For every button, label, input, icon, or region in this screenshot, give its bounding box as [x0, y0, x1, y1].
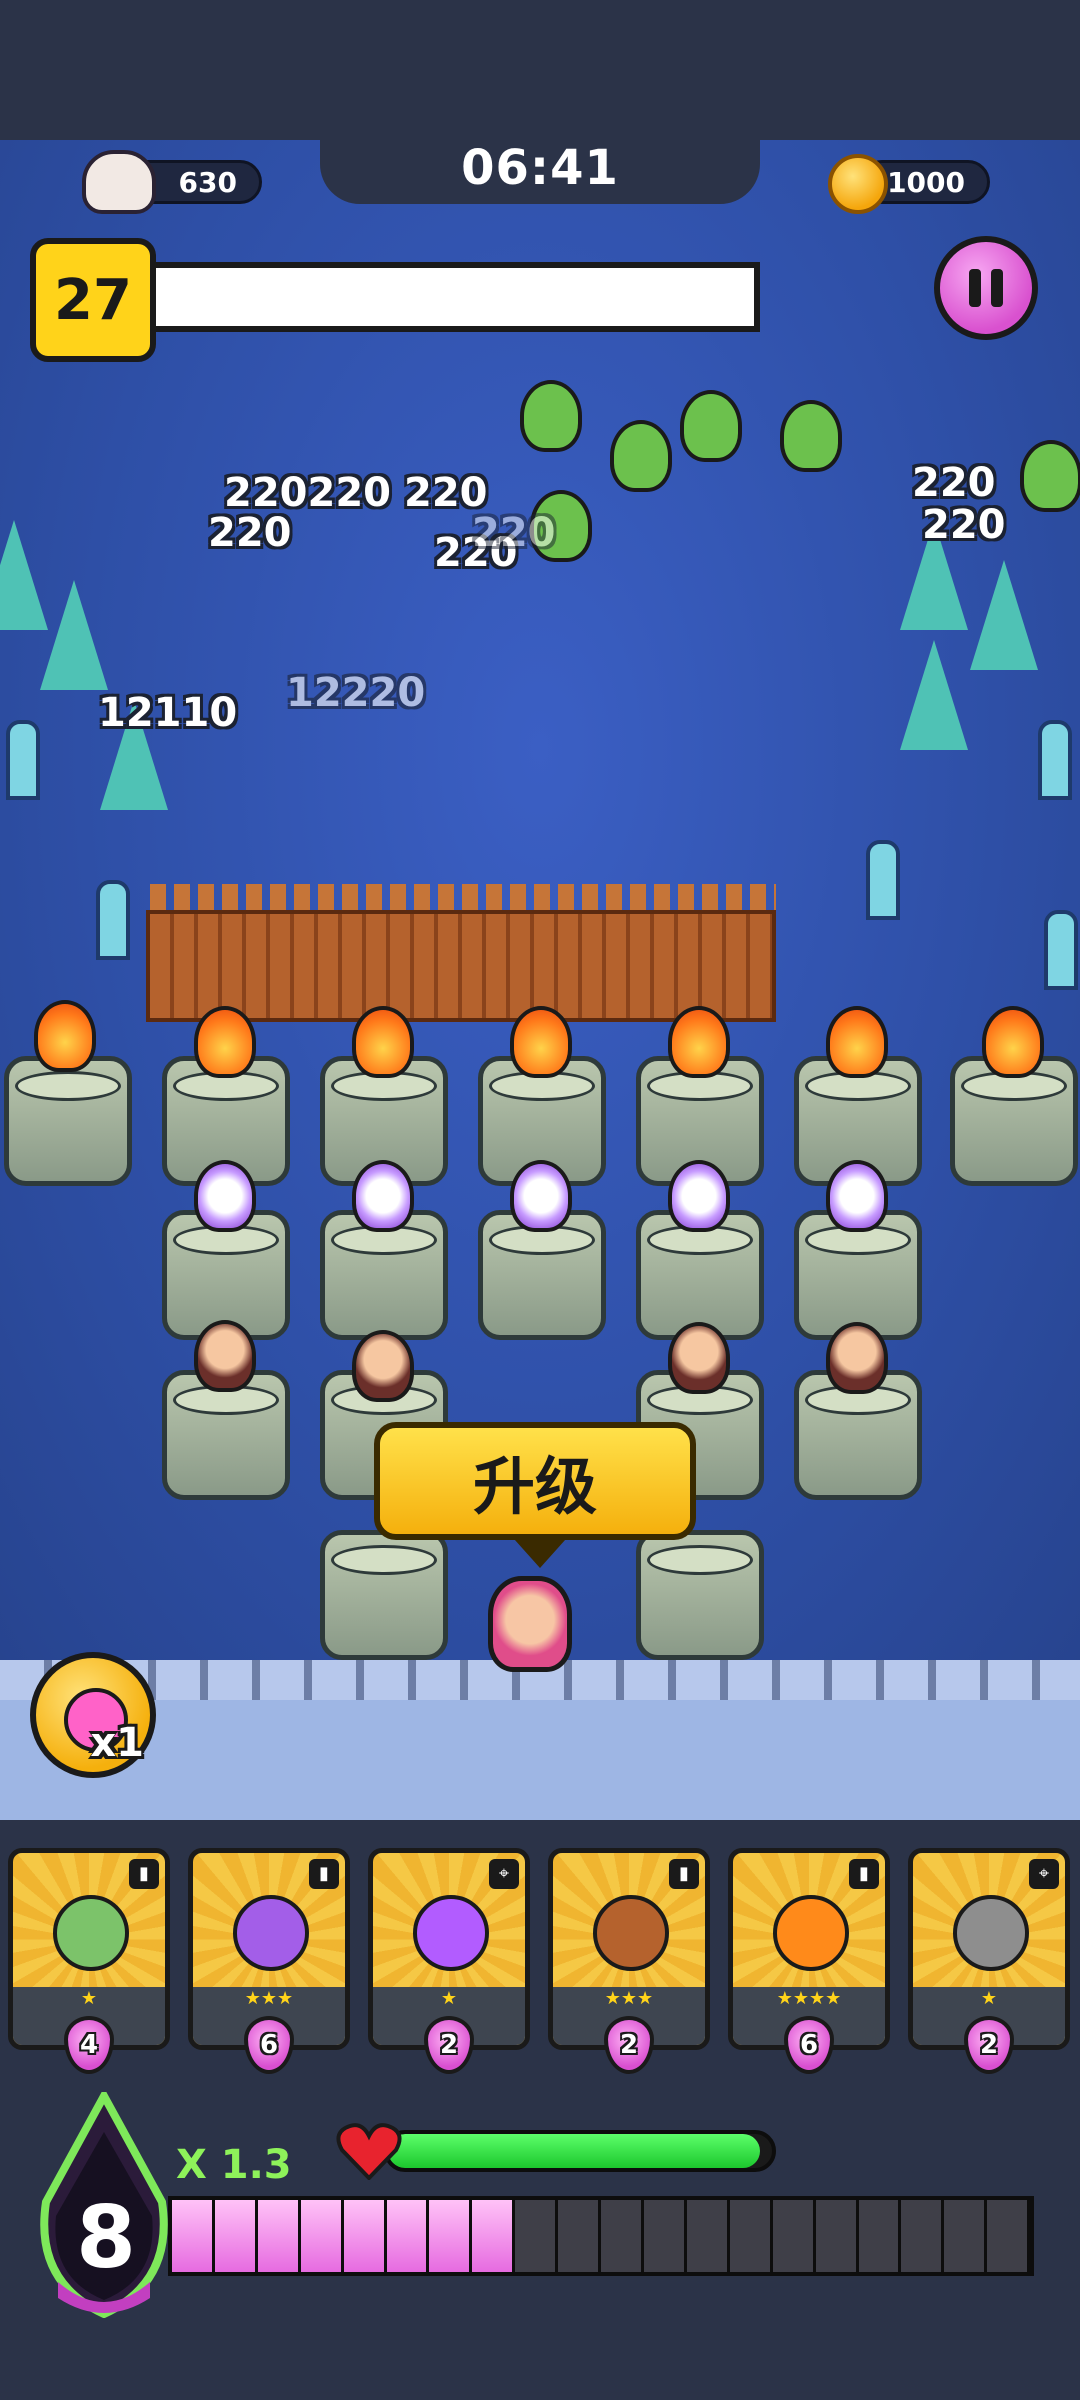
tower-slot[interactable] — [636, 1530, 764, 1660]
tree-icon — [970, 560, 1038, 670]
elixir-count: 8 — [76, 2188, 136, 2288]
tower-icon: ▮ — [129, 1859, 159, 1889]
elixir-segment — [386, 2200, 430, 2272]
fire-unit — [982, 1006, 1044, 1078]
hero-unit[interactable] — [488, 1576, 572, 1672]
elixir-segment-bar — [168, 2196, 1034, 2276]
elixir-segment — [558, 2200, 602, 2272]
elixir-segment — [987, 2200, 1031, 2272]
damage-number: 220 — [922, 502, 1006, 548]
skull-icon — [82, 150, 156, 214]
elixir-segment — [472, 2200, 516, 2272]
zombie-enemy — [520, 380, 582, 452]
mage-unit — [668, 1160, 730, 1232]
potion-button[interactable]: x1 — [30, 1652, 156, 1778]
top-frame — [0, 0, 1080, 140]
pause-button[interactable] — [934, 236, 1038, 340]
fire-unit — [194, 1006, 256, 1078]
tree-icon — [40, 580, 108, 690]
gravestone-icon — [6, 720, 40, 800]
pause-icon — [969, 269, 981, 307]
archer-icon — [53, 1895, 129, 1971]
card-stars: ★★★ — [244, 1988, 294, 2009]
potion-count: x1 — [90, 1720, 144, 1766]
fire-unit — [34, 1000, 96, 1072]
elixir-segment — [300, 2200, 344, 2272]
archer-unit — [352, 1330, 414, 1402]
archer-unit — [668, 1322, 730, 1394]
castle-health-bar — [384, 2130, 776, 2172]
mage-unit — [826, 1160, 888, 1232]
wave-progress-bar — [150, 262, 760, 332]
card-stars: ★★★★ — [776, 1988, 842, 2009]
elixir-segment — [729, 2200, 773, 2272]
damage-number: 220 — [912, 460, 996, 506]
archer-unit — [194, 1320, 256, 1392]
target-icon: ⌖ — [1029, 1859, 1059, 1889]
kill-count: 630 — [178, 165, 237, 199]
tower-slot[interactable] — [4, 1056, 132, 1186]
meteor-icon — [953, 1895, 1029, 1971]
coin-count: 1000 — [887, 165, 965, 199]
elixir-segment — [772, 2200, 816, 2272]
elixir-segment — [815, 2200, 859, 2272]
tower-slot[interactable] — [320, 1530, 448, 1660]
elixir-segment — [601, 2200, 644, 2272]
elixir-segment — [172, 2200, 215, 2272]
health-fill — [388, 2134, 761, 2168]
gravestone-icon — [1038, 720, 1072, 800]
mage-unit — [352, 1160, 414, 1232]
gravestone-icon — [866, 840, 900, 920]
card-stars: ★★★ — [604, 1988, 654, 2009]
pause-icon — [991, 269, 1003, 307]
wooden-fence — [146, 910, 776, 1022]
tower-icon: ▮ — [849, 1859, 879, 1889]
elixir-multiplier: X 1.3 — [176, 2142, 292, 2188]
zombie-enemy — [1020, 440, 1080, 512]
heart-icon — [336, 2123, 402, 2180]
elixir-segment — [515, 2200, 559, 2272]
fire-unit — [510, 1006, 572, 1078]
fire-unit — [826, 1006, 888, 1078]
damage-number: 12110 — [98, 690, 238, 736]
tower-icon: ▮ — [309, 1859, 339, 1889]
coin-icon — [828, 154, 888, 214]
damage-number: 12220 — [286, 670, 426, 716]
zombie-enemy — [780, 400, 842, 472]
fire-icon — [773, 1895, 849, 1971]
elixir-segment — [944, 2200, 988, 2272]
elixir-segment — [643, 2200, 687, 2272]
target-icon: ⌖ — [489, 1859, 519, 1889]
elixir-segment — [257, 2200, 301, 2272]
tree-icon — [900, 640, 968, 750]
gravestone-icon — [1044, 910, 1078, 990]
card-stars: ★ — [980, 1988, 998, 2009]
tower-icon: ▮ — [669, 1859, 699, 1889]
elixir-segment — [429, 2200, 473, 2272]
damage-number: 220 — [472, 510, 556, 556]
level-badge: 27 — [30, 238, 156, 362]
mage-unit — [194, 1160, 256, 1232]
archer-unit — [826, 1322, 888, 1394]
damage-number: 220 — [208, 510, 292, 556]
card-stars: ★ — [440, 1988, 458, 2009]
zombie-enemy — [680, 390, 742, 462]
mage-unit — [510, 1160, 572, 1232]
elixir-segment — [214, 2200, 258, 2272]
fence-icon — [593, 1895, 669, 1971]
lightning-icon — [413, 1895, 489, 1971]
elixir-segment — [901, 2200, 945, 2272]
zombie-enemy — [610, 420, 672, 492]
fire-unit — [352, 1006, 414, 1078]
mage-icon — [233, 1895, 309, 1971]
gravestone-icon — [96, 880, 130, 960]
fire-unit — [668, 1006, 730, 1078]
card-stars: ★ — [80, 1988, 98, 2009]
upgrade-button[interactable]: 升级 — [374, 1422, 696, 1540]
elixir-segment — [343, 2200, 387, 2272]
elixir-segment — [858, 2200, 902, 2272]
elixir-segment — [686, 2200, 730, 2272]
